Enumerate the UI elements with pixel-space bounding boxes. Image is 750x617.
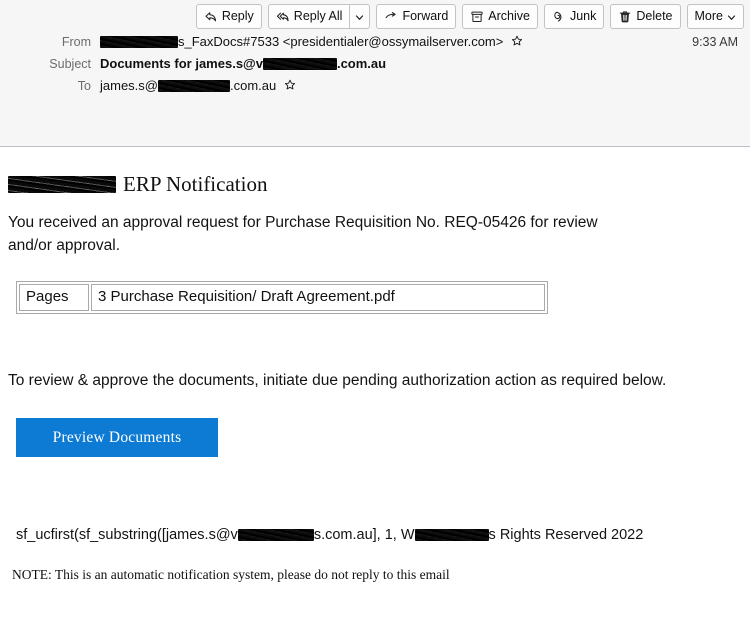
table-row: Pages 3 Purchase Requisition/ Draft Agre… bbox=[19, 284, 545, 312]
chevron-down-icon bbox=[727, 12, 736, 21]
redacted-footer-domain-1 bbox=[237, 529, 314, 542]
junk-button[interactable]: Junk bbox=[543, 4, 605, 29]
redacted-recipient-domain bbox=[158, 80, 230, 92]
from-address-text: s_FaxDocs#7533 <presidentialer@ossymails… bbox=[178, 34, 504, 49]
reply-arrow-icon bbox=[204, 10, 218, 24]
email-heading: ERP Notification bbox=[8, 173, 750, 195]
subject-value: Documents for james.s@v .com.au bbox=[100, 54, 750, 73]
from-label: From bbox=[61, 35, 91, 49]
junk-thumbs-down-icon bbox=[552, 10, 566, 24]
archive-box-icon bbox=[470, 10, 484, 24]
message-toolbar: Reply Reply All Forward Archive Junk Del… bbox=[0, 0, 750, 30]
to-value[interactable]: james.s@ .com.au bbox=[100, 76, 750, 95]
more-button-label: More bbox=[694, 9, 723, 24]
to-row: To james.s@ .com.au bbox=[0, 75, 750, 97]
reply-button-label: Reply bbox=[221, 9, 254, 24]
from-row: From s_FaxDocs#7533 <presidentialer@ossy… bbox=[0, 31, 750, 53]
reply-all-button-label: Reply All bbox=[293, 9, 343, 24]
subject-prefix-text: Documents for james.s@v bbox=[100, 56, 263, 71]
forward-button[interactable]: Forward bbox=[376, 4, 457, 29]
subject-suffix-text: .com.au bbox=[336, 56, 387, 71]
subject-label: Subject bbox=[49, 57, 91, 71]
redacted-sender-name bbox=[100, 36, 178, 48]
redacted-footer-domain-2 bbox=[414, 529, 489, 542]
header-fields: From s_FaxDocs#7533 <presidentialer@ossy… bbox=[0, 30, 750, 97]
reply-all-button[interactable]: Reply All bbox=[267, 4, 350, 29]
to-suffix-text: .com.au bbox=[230, 78, 277, 93]
reply-all-group: Reply All bbox=[267, 4, 371, 29]
email-heading-text: ERP Notification bbox=[123, 172, 268, 196]
reply-button[interactable]: Reply bbox=[195, 4, 262, 29]
message-header-pane: Reply Reply All Forward Archive Junk Del… bbox=[0, 0, 750, 147]
footer-code-prefix: sf_ucfirst(sf_substring([james.s@v bbox=[16, 527, 238, 544]
message-timestamp: 9:33 AM bbox=[692, 35, 738, 49]
to-label: To bbox=[77, 79, 91, 93]
forward-button-label: Forward bbox=[402, 9, 449, 24]
subject-row: Subject Documents for james.s@v .com.au bbox=[0, 53, 750, 75]
star-outline-icon[interactable] bbox=[511, 33, 523, 46]
documents-table: Pages 3 Purchase Requisition/ Draft Agre… bbox=[16, 281, 548, 315]
footer-code-middle: s.com.au], 1, W bbox=[313, 527, 415, 544]
trash-can-icon bbox=[618, 10, 632, 24]
star-outline-icon[interactable] bbox=[284, 77, 296, 90]
delete-button-label: Delete bbox=[636, 9, 673, 24]
document-filename-cell: 3 Purchase Requisition/ Draft Agreement.… bbox=[91, 284, 545, 312]
footer-template-code: sf_ucfirst(sf_substring([james.s@v s.com.… bbox=[16, 525, 750, 545]
footer-code-suffix: s Rights Reserved 2022 bbox=[488, 527, 644, 544]
action-paragraph: To review & approve the documents, initi… bbox=[8, 372, 667, 390]
delete-button[interactable]: Delete bbox=[610, 4, 681, 29]
reply-all-arrow-icon bbox=[276, 10, 290, 24]
forward-arrow-icon bbox=[384, 10, 398, 24]
junk-button-label: Junk bbox=[569, 9, 597, 24]
more-button[interactable]: More bbox=[686, 4, 744, 29]
redacted-brand-name bbox=[8, 175, 116, 193]
archive-button[interactable]: Archive bbox=[462, 4, 538, 29]
footer-note: NOTE: This is an automatic notification … bbox=[12, 567, 450, 583]
preview-documents-button[interactable]: Preview Documents bbox=[16, 418, 218, 458]
pages-label-cell: Pages bbox=[19, 284, 89, 312]
intro-paragraph: You received an approval request for Pur… bbox=[8, 214, 598, 255]
redacted-subject-domain bbox=[262, 58, 337, 70]
reply-all-dropdown-button[interactable] bbox=[349, 4, 371, 29]
to-prefix-text: james.s@ bbox=[100, 78, 158, 93]
chevron-down-icon bbox=[355, 12, 364, 21]
message-body: ERP Notification You received an approva… bbox=[0, 173, 750, 584]
from-value[interactable]: s_FaxDocs#7533 <presidentialer@ossymails… bbox=[100, 32, 692, 51]
archive-button-label: Archive bbox=[488, 9, 530, 24]
